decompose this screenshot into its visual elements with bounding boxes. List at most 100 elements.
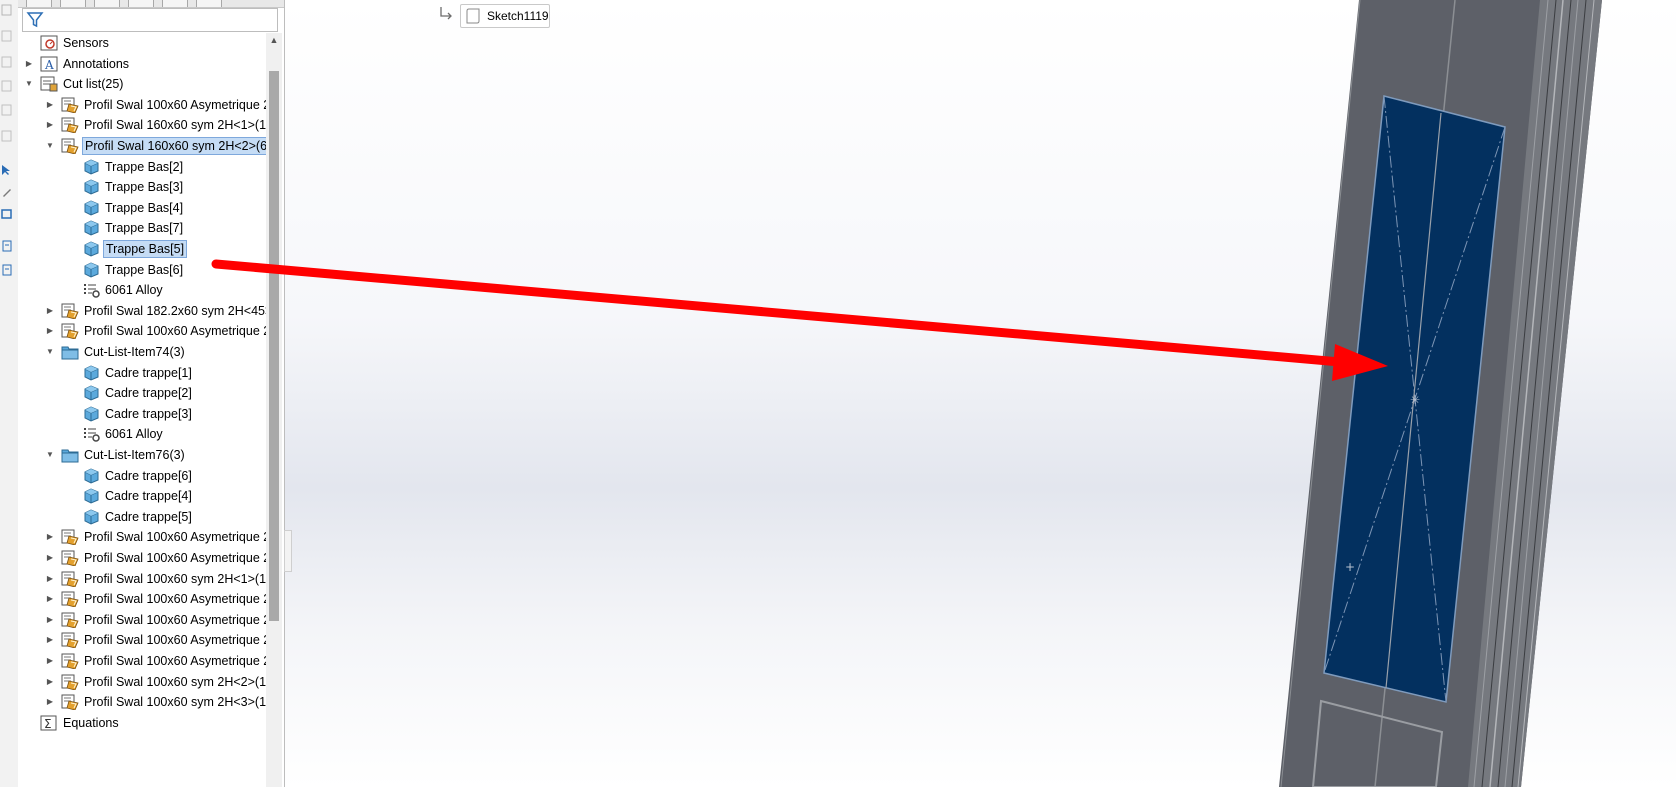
expand-arrow-icon[interactable]: ▶	[44, 115, 56, 135]
weldment-profile-icon	[61, 674, 79, 691]
tree-item[interactable]: ▶ Profil Swal 100x60 Asymetrique 2H	[18, 651, 266, 671]
selected-face[interactable]: ✳ +	[1323, 95, 1506, 703]
collapse-arrow-icon[interactable]: ▼	[23, 74, 35, 94]
tree-item[interactable]: Σ Equations	[18, 713, 266, 733]
tree-item[interactable]: ▶ Profil Swal 100x60 sym 2H<2>(1)	[18, 672, 266, 692]
clipboard-icon[interactable]	[1, 240, 13, 252]
scrollbar-thumb[interactable]	[269, 71, 279, 621]
tree-item[interactable]: ▶ Profil Swal 100x60 Asymetrique 2H	[18, 321, 266, 341]
document-icon[interactable]	[1, 130, 13, 142]
tree-item[interactable]: ▶ Profil Swal 160x60 sym 2H<1>(1)	[18, 115, 266, 135]
weldment-profile-icon	[61, 591, 79, 608]
solid-body-icon	[82, 200, 100, 216]
expand-arrow-icon[interactable]: ▶	[44, 321, 56, 341]
solid-body-icon	[82, 385, 100, 401]
material-icon	[82, 426, 100, 443]
tree-item-label: Trappe Bas[6]	[105, 262, 184, 277]
expand-arrow-icon[interactable]: ▶	[44, 651, 56, 671]
scroll-up-arrow-icon[interactable]: ▲	[266, 33, 282, 47]
tree-item[interactable]: Cadre trappe[4]	[18, 486, 266, 506]
tree-item[interactable]: ▼ Cut list(25)	[18, 74, 266, 94]
expand-arrow-icon[interactable]: ▶	[44, 95, 56, 115]
tree-item[interactable]: ▶ A Annotations	[18, 54, 266, 74]
tree-item[interactable]: Trappe Bas[7]	[18, 218, 266, 238]
tree-item[interactable]: ▶ Profil Swal 100x60 Asymetrique 2H	[18, 589, 266, 609]
tree-item[interactable]: ▶ Profil Swal 100x60 Asymetrique 2H	[18, 95, 266, 115]
tree-item[interactable]: Trappe Bas[6]	[18, 260, 266, 280]
tree-item[interactable]: 6061 Alloy	[18, 280, 266, 300]
tab-property-manager[interactable]	[60, 0, 86, 7]
panel-splitter-handle[interactable]	[284, 530, 292, 572]
collapse-arrow-icon[interactable]: ▼	[44, 342, 56, 362]
clipboard-icon[interactable]	[1, 264, 13, 276]
tree-item[interactable]: Trappe Bas[5]	[18, 239, 266, 259]
tree-item[interactable]: ▼ Profil Swal 160x60 sym 2H<2>(6)	[18, 136, 266, 156]
tree-item[interactable]: ▶ Profil Swal 100x60 sym 2H<3>(1)	[18, 692, 266, 712]
tree-item[interactable]: ▶ Profil Swal 100x60 Asymetrique 2H	[18, 548, 266, 568]
tree-item[interactable]: Cadre trappe[2]	[18, 383, 266, 403]
expand-arrow-icon[interactable]: ▶	[44, 548, 56, 568]
folder-icon	[61, 344, 79, 360]
tree-item[interactable]: ▶ Profil Swal 182.2x60 sym 2H<45>(	[18, 301, 266, 321]
solid-body-icon	[82, 220, 100, 236]
tree-item[interactable]: ▶ Profil Swal 100x60 Asymetrique 2H	[18, 630, 266, 650]
view-icon[interactable]	[1, 208, 13, 220]
select-icon[interactable]	[1, 164, 13, 176]
expand-arrow-icon[interactable]: ▶	[44, 301, 56, 321]
solid-body-icon	[82, 241, 100, 257]
tree-item[interactable]: ▶ Profil Swal 100x60 sym 2H<1>(1)	[18, 569, 266, 589]
expand-arrow-icon[interactable]: ▶	[44, 589, 56, 609]
tree-item[interactable]: Trappe Bas[2]	[18, 157, 266, 177]
tree-item-label: Trappe Bas[2]	[105, 159, 184, 174]
expand-arrow-icon[interactable]: ▶	[44, 692, 56, 712]
weldment-profile-icon	[61, 303, 79, 320]
expand-arrow-icon[interactable]: ▶	[44, 610, 56, 630]
collapse-arrow-icon[interactable]: ▼	[44, 445, 56, 465]
tree-item-label: Profil Swal 100x60 sym 2H<2>(1)	[84, 674, 266, 689]
tree-item[interactable]: ▶ Profil Swal 100x60 Asymetrique 2H	[18, 610, 266, 630]
expand-arrow-icon[interactable]: ▶	[44, 630, 56, 650]
edit-icon[interactable]	[1, 186, 13, 198]
sketch-label-box[interactable]: Sketch1119	[460, 4, 550, 28]
tree-item-label: Profil Swal 100x60 sym 2H<3>(1)	[84, 695, 266, 710]
tree-item[interactable]: ▼ Cut-List-Item76(3)	[18, 445, 266, 465]
tree-item[interactable]: Cadre trappe[5]	[18, 507, 266, 527]
tree-item-label: Cadre trappe[3]	[105, 406, 192, 421]
sensors-icon	[40, 35, 58, 51]
tab-dimxpert-manager[interactable]	[128, 0, 154, 7]
expand-arrow-icon[interactable]: ▶	[44, 672, 56, 692]
weldment-profile-icon	[61, 323, 79, 340]
tree-item[interactable]: Sensors	[18, 33, 266, 53]
tree-item[interactable]: Trappe Bas[3]	[18, 177, 266, 197]
filter-icon[interactable]	[26, 11, 44, 29]
expand-arrow-icon[interactable]: ▶	[44, 527, 56, 547]
weldment-profile-icon	[61, 694, 79, 711]
collapse-arrow-icon[interactable]: ▼	[44, 136, 56, 156]
tree-item[interactable]: 6061 Alloy	[18, 424, 266, 444]
tab-cam-manager[interactable]	[196, 0, 222, 7]
expand-arrow-icon[interactable]: ▶	[23, 54, 35, 74]
svg-text:+: +	[1345, 560, 1355, 574]
weldment-profile-icon	[61, 550, 79, 567]
tree-item-label: Trappe Bas[7]	[105, 221, 184, 236]
tree-scrollbar[interactable]: ▲	[266, 33, 282, 787]
weldment-profile-icon	[61, 117, 79, 134]
tree-item[interactable]: ▼ Cut-List-Item74(3)	[18, 342, 266, 362]
tab-display-manager[interactable]	[162, 0, 188, 7]
tree-item[interactable]: Trappe Bas[4]	[18, 198, 266, 218]
expand-arrow-icon[interactable]: ▶	[44, 569, 56, 589]
document-icon[interactable]	[1, 56, 13, 68]
solid-body-icon	[82, 159, 100, 175]
document-icon[interactable]	[1, 4, 13, 16]
tree-item[interactable]: Cadre trappe[6]	[18, 466, 266, 486]
tree-item[interactable]: ▶ Profil Swal 100x60 Asymetrique 2H	[18, 527, 266, 547]
tree-item[interactable]: Cadre trappe[3]	[18, 404, 266, 424]
document-icon[interactable]	[1, 80, 13, 92]
tree-item[interactable]: Cadre trappe[1]	[18, 363, 266, 383]
tree-filter-input[interactable]	[22, 8, 278, 32]
weldment-profile-icon	[61, 571, 79, 588]
tab-configuration-manager[interactable]	[94, 0, 120, 7]
document-icon[interactable]	[1, 30, 13, 42]
tab-feature-manager[interactable]	[26, 0, 52, 7]
document-icon[interactable]	[1, 104, 13, 116]
